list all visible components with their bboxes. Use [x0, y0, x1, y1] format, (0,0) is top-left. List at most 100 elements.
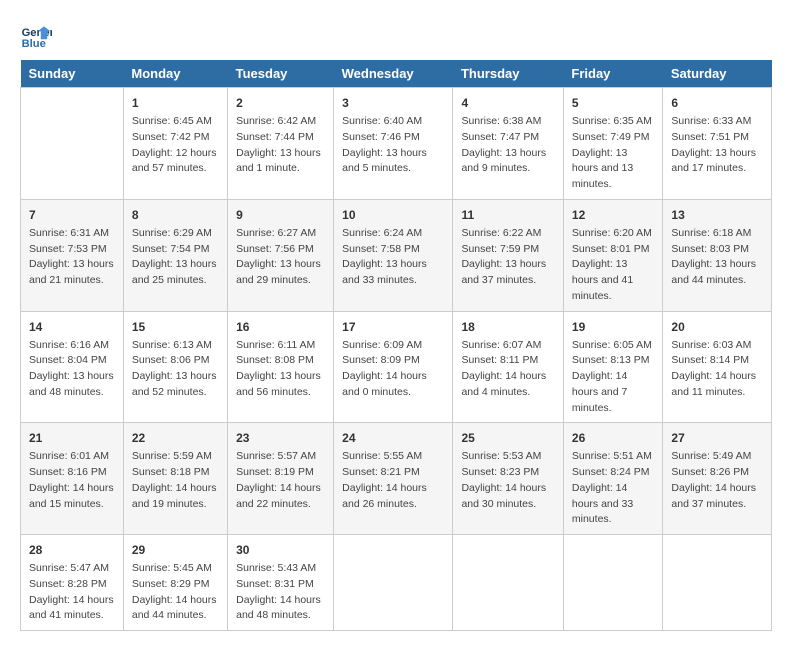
calendar-cell: 13 Sunrise: 6:18 AMSunset: 8:03 PMDayligh…	[663, 199, 772, 311]
col-header-sunday: Sunday	[21, 60, 124, 88]
day-number: 5	[572, 94, 655, 112]
calendar-cell: 24 Sunrise: 5:55 AMSunset: 8:21 PMDayligh…	[334, 423, 453, 535]
day-number: 11	[461, 206, 554, 224]
cell-info: Sunrise: 6:24 AMSunset: 7:58 PMDaylight:…	[342, 226, 444, 289]
calendar-cell: 7 Sunrise: 6:31 AMSunset: 7:53 PMDaylight…	[21, 199, 124, 311]
calendar-cell: 28 Sunrise: 5:47 AMSunset: 8:28 PMDayligh…	[21, 535, 124, 631]
calendar-cell: 22Sunrise: 5:59 AMSunset: 8:18 PMDayligh…	[123, 423, 227, 535]
cell-info: Sunrise: 6:31 AMSunset: 7:53 PMDaylight:…	[29, 226, 115, 289]
cell-info: Sunrise: 6:45 AMSunset: 7:42 PMDaylight:…	[132, 114, 219, 177]
calendar-cell: 4 Sunrise: 6:38 AMSunset: 7:47 PMDaylight…	[453, 88, 563, 200]
calendar-cell: 5 Sunrise: 6:35 AMSunset: 7:49 PMDaylight…	[563, 88, 663, 200]
day-number: 15	[132, 318, 219, 336]
cell-info: Sunrise: 6:05 AMSunset: 8:13 PMDaylight:…	[572, 338, 655, 417]
cell-info: Sunrise: 5:57 AMSunset: 8:19 PMDaylight:…	[236, 449, 325, 512]
calendar-cell: 3Sunrise: 6:40 AMSunset: 7:46 PMDaylight…	[334, 88, 453, 200]
calendar-cell: 1 Sunrise: 6:45 AMSunset: 7:42 PMDaylight…	[123, 88, 227, 200]
calendar-cell: 18Sunrise: 6:07 AMSunset: 8:11 PMDayligh…	[453, 311, 563, 423]
day-number: 29	[132, 541, 219, 559]
calendar-cell: 29 Sunrise: 5:45 AMSunset: 8:29 PMDayligh…	[123, 535, 227, 631]
calendar-cell: 2 Sunrise: 6:42 AMSunset: 7:44 PMDaylight…	[228, 88, 334, 200]
col-header-saturday: Saturday	[663, 60, 772, 88]
day-number: 6	[671, 94, 763, 112]
day-number: 9	[236, 206, 325, 224]
cell-info: Sunrise: 6:22 AMSunset: 7:59 PMDaylight:…	[461, 226, 554, 289]
col-header-thursday: Thursday	[453, 60, 563, 88]
calendar-cell: 26Sunrise: 5:51 AMSunset: 8:24 PMDayligh…	[563, 423, 663, 535]
svg-text:Blue: Blue	[22, 38, 46, 50]
week-row-1: 1 Sunrise: 6:45 AMSunset: 7:42 PMDaylight…	[21, 88, 772, 200]
col-header-monday: Monday	[123, 60, 227, 88]
day-number: 2	[236, 94, 325, 112]
day-number: 19	[572, 318, 655, 336]
day-number: 16	[236, 318, 325, 336]
calendar-cell: 21Sunrise: 6:01 AMSunset: 8:16 PMDayligh…	[21, 423, 124, 535]
col-header-friday: Friday	[563, 60, 663, 88]
calendar-cell: 16 Sunrise: 6:11 AMSunset: 8:08 PMDayligh…	[228, 311, 334, 423]
day-number: 8	[132, 206, 219, 224]
calendar-cell: 15 Sunrise: 6:13 AMSunset: 8:06 PMDayligh…	[123, 311, 227, 423]
day-number: 17	[342, 318, 444, 336]
cell-info: Sunrise: 5:55 AMSunset: 8:21 PMDaylight:…	[342, 449, 444, 512]
cell-info: Sunrise: 5:53 AMSunset: 8:23 PMDaylight:…	[461, 449, 554, 512]
calendar-cell: 10 Sunrise: 6:24 AMSunset: 7:58 PMDayligh…	[334, 199, 453, 311]
day-number: 1	[132, 94, 219, 112]
cell-info: Sunrise: 6:29 AMSunset: 7:54 PMDaylight:…	[132, 226, 219, 289]
cell-info: Sunrise: 6:20 AMSunset: 8:01 PMDaylight:…	[572, 226, 655, 305]
logo-icon: General Blue	[20, 20, 52, 52]
calendar-table: SundayMondayTuesdayWednesdayThursdayFrid…	[20, 60, 772, 631]
calendar-cell: 19 Sunrise: 6:05 AMSunset: 8:13 PMDayligh…	[563, 311, 663, 423]
cell-info: Sunrise: 6:38 AMSunset: 7:47 PMDaylight:…	[461, 114, 554, 177]
cell-info: Sunrise: 6:07 AMSunset: 8:11 PMDaylight:…	[461, 338, 554, 401]
logo: General Blue	[20, 20, 56, 52]
day-number: 14	[29, 318, 115, 336]
calendar-cell	[21, 88, 124, 200]
cell-info: Sunrise: 6:11 AMSunset: 8:08 PMDaylight:…	[236, 338, 325, 401]
page-header: General Blue	[20, 20, 772, 52]
day-number: 4	[461, 94, 554, 112]
cell-info: Sunrise: 5:49 AMSunset: 8:26 PMDaylight:…	[671, 449, 763, 512]
day-number: 21	[29, 429, 115, 447]
day-number: 23	[236, 429, 325, 447]
day-number: 13	[671, 206, 763, 224]
calendar-cell: 30Sunrise: 5:43 AMSunset: 8:31 PMDayligh…	[228, 535, 334, 631]
day-number: 26	[572, 429, 655, 447]
day-number: 22	[132, 429, 219, 447]
calendar-cell: 17Sunrise: 6:09 AMSunset: 8:09 PMDayligh…	[334, 311, 453, 423]
week-row-5: 28 Sunrise: 5:47 AMSunset: 8:28 PMDayligh…	[21, 535, 772, 631]
header-row: SundayMondayTuesdayWednesdayThursdayFrid…	[21, 60, 772, 88]
calendar-cell: 12 Sunrise: 6:20 AMSunset: 8:01 PMDayligh…	[563, 199, 663, 311]
calendar-cell: 20Sunrise: 6:03 AMSunset: 8:14 PMDayligh…	[663, 311, 772, 423]
svg-text:General: General	[22, 27, 52, 39]
day-number: 7	[29, 206, 115, 224]
cell-info: Sunrise: 6:42 AMSunset: 7:44 PMDaylight:…	[236, 114, 325, 177]
day-number: 12	[572, 206, 655, 224]
calendar-cell: 8 Sunrise: 6:29 AMSunset: 7:54 PMDaylight…	[123, 199, 227, 311]
calendar-cell	[334, 535, 453, 631]
calendar-cell: 25Sunrise: 5:53 AMSunset: 8:23 PMDayligh…	[453, 423, 563, 535]
col-header-wednesday: Wednesday	[334, 60, 453, 88]
cell-info: Sunrise: 6:35 AMSunset: 7:49 PMDaylight:…	[572, 114, 655, 193]
week-row-2: 7 Sunrise: 6:31 AMSunset: 7:53 PMDaylight…	[21, 199, 772, 311]
day-number: 10	[342, 206, 444, 224]
cell-info: Sunrise: 5:45 AMSunset: 8:29 PMDaylight:…	[132, 561, 219, 624]
day-number: 28	[29, 541, 115, 559]
calendar-cell: 23 Sunrise: 5:57 AMSunset: 8:19 PMDayligh…	[228, 423, 334, 535]
calendar-cell: 27Sunrise: 5:49 AMSunset: 8:26 PMDayligh…	[663, 423, 772, 535]
cell-info: Sunrise: 6:33 AMSunset: 7:51 PMDaylight:…	[671, 114, 763, 177]
cell-info: Sunrise: 6:13 AMSunset: 8:06 PMDaylight:…	[132, 338, 219, 401]
day-number: 20	[671, 318, 763, 336]
day-number: 24	[342, 429, 444, 447]
calendar-cell	[663, 535, 772, 631]
cell-info: Sunrise: 6:16 AMSunset: 8:04 PMDaylight:…	[29, 338, 115, 401]
calendar-cell: 6 Sunrise: 6:33 AMSunset: 7:51 PMDaylight…	[663, 88, 772, 200]
day-number: 3	[342, 94, 444, 112]
cell-info: Sunrise: 6:18 AMSunset: 8:03 PMDaylight:…	[671, 226, 763, 289]
cell-info: Sunrise: 6:27 AMSunset: 7:56 PMDaylight:…	[236, 226, 325, 289]
col-header-tuesday: Tuesday	[228, 60, 334, 88]
week-row-4: 21Sunrise: 6:01 AMSunset: 8:16 PMDayligh…	[21, 423, 772, 535]
day-number: 30	[236, 541, 325, 559]
cell-info: Sunrise: 5:47 AMSunset: 8:28 PMDaylight:…	[29, 561, 115, 624]
calendar-cell: 9 Sunrise: 6:27 AMSunset: 7:56 PMDaylight…	[228, 199, 334, 311]
calendar-cell: 14 Sunrise: 6:16 AMSunset: 8:04 PMDayligh…	[21, 311, 124, 423]
